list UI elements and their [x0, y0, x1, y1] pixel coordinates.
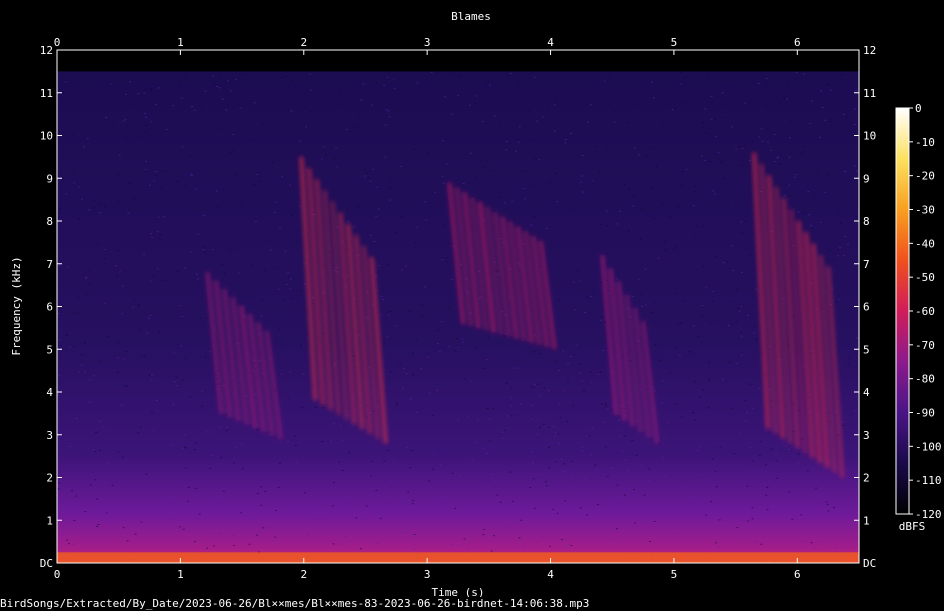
y-tick-label-left: 9	[46, 172, 53, 185]
y-tick-label-right: 10	[863, 130, 876, 143]
colorbar-tick-label: -50	[915, 271, 935, 284]
colorbar-tick-label: 0	[915, 102, 922, 115]
colorbar	[895, 107, 910, 515]
y-tick-label-right: 7	[863, 258, 870, 271]
chart-title: Blames	[451, 10, 491, 23]
y-tick-label-right: 8	[863, 215, 870, 228]
spectrogram-chart: 00112233445566DC DC1 12 23 34 45 56 67 78 89 910 10…	[10, 10, 942, 597]
colorbar-tick-label: -40	[915, 237, 935, 250]
colorbar-tick-label: -100	[915, 440, 942, 453]
y-tick-label-left: 2	[46, 472, 53, 485]
x-tick-label-top: 2	[300, 36, 307, 49]
colorbar-tick-label: -80	[915, 373, 935, 386]
x-tick-label-top: 4	[547, 36, 554, 49]
colorbar-tick-label: -90	[915, 407, 935, 420]
y-tick-label-left: 5	[46, 343, 53, 356]
colorbar-tick-label: -20	[915, 170, 935, 183]
x-tick-label-bottom: 4	[547, 568, 554, 581]
y-tick-label-left: 11	[40, 87, 53, 100]
spectrogram-noise-field	[57, 71, 859, 563]
x-tick-label-bottom: 1	[177, 568, 184, 581]
colorbar-unit: dBFS	[899, 520, 926, 533]
dc-band	[57, 552, 859, 563]
x-tick-label-bottom: 3	[424, 568, 431, 581]
x-tick-label-top: 3	[424, 36, 431, 49]
x-tick-label-bottom: 2	[300, 568, 307, 581]
x-tick-label-bottom: 0	[54, 568, 61, 581]
colorbar-tick-label: -60	[915, 305, 935, 318]
y-tick-label-left: DC	[40, 557, 53, 570]
y-tick-label-right: 11	[863, 87, 876, 100]
y-tick-label-left: 7	[46, 258, 53, 271]
y-tick-label-right: 5	[863, 343, 870, 356]
x-tick-label-bottom: 6	[794, 568, 801, 581]
y-tick-label-right: DC	[863, 557, 876, 570]
y-tick-label-left: 6	[46, 301, 53, 314]
y-tick-label-left: 12	[40, 44, 53, 57]
y-tick-label-right: 2	[863, 472, 870, 485]
y-tick-label-left: 8	[46, 215, 53, 228]
y-tick-label-left: 3	[46, 429, 53, 442]
x-tick-label-top: 0	[54, 36, 61, 49]
y-axis-label: Frequency (kHz)	[10, 256, 23, 355]
y-tick-label-left: 10	[40, 130, 53, 143]
y-tick-label-right: 6	[863, 301, 870, 314]
x-tick-label-bottom: 5	[671, 568, 678, 581]
colorbar-tick-label: -30	[915, 204, 935, 217]
x-tick-label-top: 5	[671, 36, 678, 49]
file-path-footer: BirdSongs/Extracted/By_Date/2023-06-26/B…	[0, 597, 590, 610]
colorbar-tick-label: -110	[915, 474, 942, 487]
y-tick-label-left: 1	[46, 514, 53, 527]
y-tick-label-right: 1	[863, 514, 870, 527]
colorbar-tick-label: -70	[915, 339, 935, 352]
x-tick-label-top: 6	[794, 36, 801, 49]
y-tick-label-right: 12	[863, 44, 876, 57]
y-tick-label-right: 3	[863, 429, 870, 442]
x-tick-label-top: 1	[177, 36, 184, 49]
y-tick-label-left: 4	[46, 386, 53, 399]
y-tick-label-right: 9	[863, 172, 870, 185]
y-tick-label-right: 4	[863, 386, 870, 399]
x-axis-label: Time (s)	[432, 586, 485, 597]
colorbar-tick-label: -10	[915, 136, 935, 149]
